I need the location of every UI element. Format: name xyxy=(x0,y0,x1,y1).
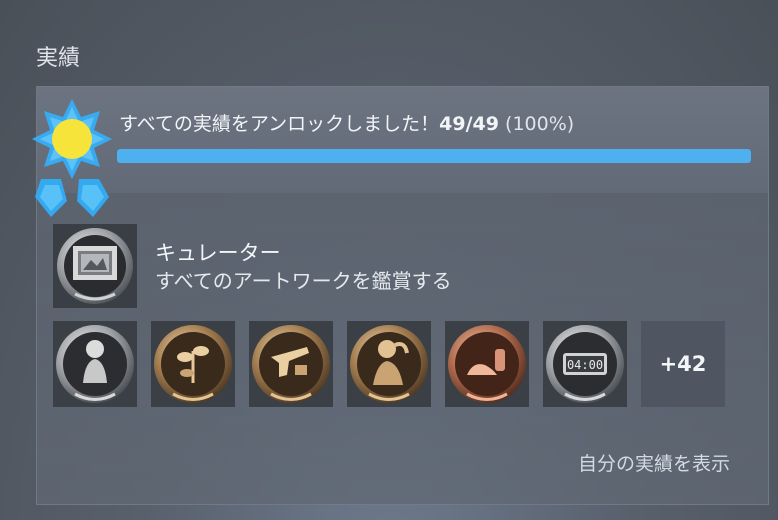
achievements-panel: すべての実績をアンロックしました！49/49 (100%) キュレーター すべて… xyxy=(32,86,769,505)
section-title: 実績 xyxy=(36,46,81,71)
summary-text: すべての実績をアンロックしました！49/49 (100%) xyxy=(119,109,574,136)
flower-medal-icon[interactable] xyxy=(151,321,235,407)
woman-figure-medal-icon[interactable] xyxy=(347,321,431,407)
achievement-summary: すべての実績をアンロックしました！49/49 (100%) xyxy=(37,87,768,193)
more-achievements-count[interactable]: +42 xyxy=(641,321,725,407)
view-my-achievements-link[interactable]: 自分の実績を表示 xyxy=(578,449,730,476)
featured-achievement[interactable] xyxy=(53,224,137,308)
featured-achievement-name: キュレーター xyxy=(155,241,281,265)
clock-text: 04:00 xyxy=(567,358,603,372)
achievement-icon-row: 04:00 +42 xyxy=(53,321,733,407)
featured-achievement-description: すべてのアートワークを鑑賞する xyxy=(155,269,452,293)
completion-badge-icon xyxy=(31,93,117,219)
summary-label: すべての実績をアンロックしました！ xyxy=(119,113,440,135)
progress-bar xyxy=(117,149,751,163)
woman-portrait-medal-icon[interactable] xyxy=(53,321,137,407)
progress-fill xyxy=(117,149,751,163)
framed-painting-icon xyxy=(53,224,137,308)
shoes-medal-icon[interactable] xyxy=(445,321,529,407)
revolver-medal-icon[interactable] xyxy=(249,321,333,407)
summary-percent: (100%) xyxy=(505,113,575,135)
summary-count: 49/49 xyxy=(439,113,499,135)
clock-medal-icon[interactable]: 04:00 xyxy=(543,321,627,407)
